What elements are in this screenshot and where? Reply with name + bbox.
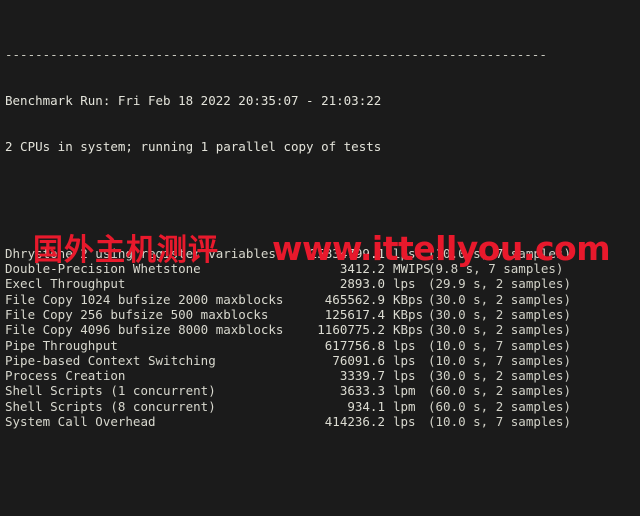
raw-result-name: Pipe Throughput [5,337,118,353]
raw-result-value: 76091.6 [332,352,385,368]
raw-result-value: 3412.2 [339,261,385,277]
raw-result-name: System Call Overhead [5,414,156,430]
raw-result-row: Pipe Throughput 617756.8 lps (10.0 s, 7 sam… [5,338,640,353]
raw-result-samples: (10.0 s, 7 samples) [428,245,571,261]
raw-result-samples: (30.0 s, 2 samples) [428,368,571,384]
top-divider-rule: ----------------------------------------… [5,46,547,62]
raw-result-unit: lps [393,352,416,368]
raw-result-unit: lps [393,368,416,384]
raw-result-row: File Copy 4096 bufsize 8000 maxblocks 116… [5,322,640,337]
raw-result-name: File Copy 4096 bufsize 8000 maxblocks [5,322,284,338]
raw-result-value: 3633.3 [339,383,385,399]
raw-result-value: 2893.0 [339,276,385,292]
raw-result-unit: lps [393,276,416,292]
raw-result-name: Double-Precision Whetstone [5,261,201,277]
raw-result-unit: MWIPS [393,261,431,277]
raw-result-samples: (29.9 s, 2 samples) [428,276,571,292]
raw-result-name: Dhrystone 2 using register variables [5,245,276,261]
raw-result-samples: (30.0 s, 2 samples) [428,306,571,322]
raw-result-row: Double-Precision Whetstone 3412.2 MWIPS (9.… [5,261,640,276]
raw-result-name: Process Creation [5,368,126,384]
raw-result-unit: lpm [393,398,416,414]
raw-result-name: Execl Throughput [5,276,126,292]
benchmark-run-header: Benchmark Run: Fri Feb 18 2022 20:35:07 … [5,92,382,108]
raw-result-name: File Copy 1024 bufsize 2000 maxblocks [5,291,284,307]
raw-result-value: 1160775.2 [317,322,385,338]
raw-result-samples: (30.0 s, 2 samples) [428,291,571,307]
raw-result-samples: (30.0 s, 2 samples) [428,322,571,338]
raw-result-name: Pipe-based Context Switching [5,352,216,368]
raw-result-samples: (10.0 s, 7 samples) [428,414,571,430]
raw-result-value: 465562.9 [324,291,385,307]
raw-result-samples: (60.0 s, 2 samples) [428,383,571,399]
raw-result-row: File Copy 256 bufsize 500 maxblocks 12561… [5,307,640,322]
raw-result-value: 25834799.1 [309,245,385,261]
raw-result-value: 414236.2 [324,414,385,430]
raw-result-samples: (60.0 s, 2 samples) [428,398,571,414]
raw-result-row: Shell Scripts (1 concurrent) 3633.3 lpm (60… [5,383,640,398]
raw-result-row: Pipe-based Context Switching 76091.6 lps (1… [5,353,640,368]
raw-result-unit: lps [393,414,416,430]
raw-result-unit: lpm [393,383,416,399]
raw-result-samples: (10.0 s, 7 samples) [428,352,571,368]
terminal-screen: ----------------------------------------… [5,1,640,516]
raw-result-value: 617756.8 [324,337,385,353]
raw-results-list: Dhrystone 2 using register variables 2583… [5,246,640,430]
raw-result-row: Shell Scripts (8 concurrent) 934.1 lpm (60.… [5,399,640,414]
raw-result-name: Shell Scripts (1 concurrent) [5,383,216,399]
raw-result-value: 3339.7 [339,368,385,384]
raw-result-name: File Copy 256 bufsize 500 maxblocks [5,306,269,322]
raw-result-row: System Call Overhead 414236.2 lps (10.0 s, … [5,414,640,429]
raw-result-name: Shell Scripts (8 concurrent) [5,398,216,414]
raw-result-unit: lps [393,245,416,261]
raw-result-samples: (10.0 s, 7 samples) [428,337,571,353]
raw-result-value: 934.1 [347,398,385,414]
raw-result-samples: (9.8 s, 7 samples) [428,261,564,277]
terminal-window: ----------------------------------------… [0,0,640,516]
raw-result-unit: KBps [393,306,424,322]
raw-result-unit: KBps [393,322,424,338]
raw-result-row: Execl Throughput 2893.0 lps (29.9 s, 2 samp… [5,276,640,291]
raw-result-unit: KBps [393,291,424,307]
cpu-count-line: 2 CPUs in system; running 1 parallel cop… [5,138,382,154]
raw-result-value: 125617.4 [324,306,385,322]
raw-result-unit: lps [393,337,416,353]
raw-result-row: Dhrystone 2 using register variables 2583… [5,246,640,261]
raw-result-row: File Copy 1024 bufsize 2000 maxblocks 465… [5,292,640,307]
raw-result-row: Process Creation 3339.7 lps (30.0 s, 2 samp… [5,368,640,383]
